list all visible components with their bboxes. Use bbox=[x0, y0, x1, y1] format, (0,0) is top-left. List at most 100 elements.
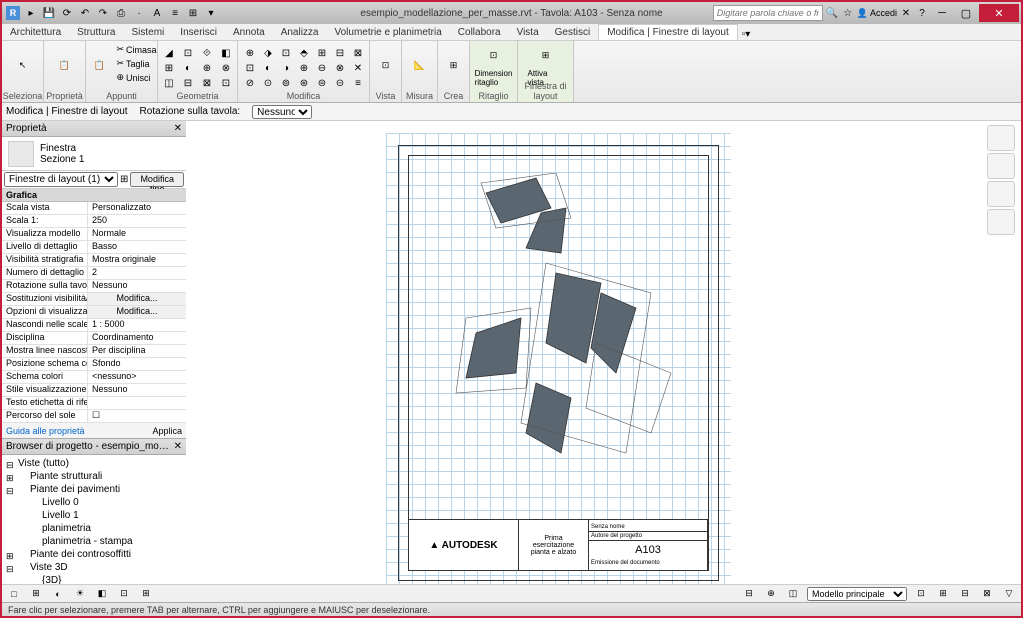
mod-btn-14[interactable]: ✕ bbox=[349, 60, 367, 76]
tab-architettura[interactable]: Architettura bbox=[2, 25, 69, 40]
prop-row[interactable]: Visualizza modelloNormale bbox=[2, 228, 186, 241]
mod-btn-12[interactable]: ⊖ bbox=[313, 60, 331, 76]
qat-open-icon[interactable]: ▸ bbox=[24, 6, 38, 20]
prop-value[interactable]: Basso bbox=[88, 241, 186, 253]
prop-row[interactable]: Scala vistaPersonalizzato bbox=[2, 202, 186, 215]
vc-icon-4[interactable]: ⊡ bbox=[913, 587, 929, 601]
edit-type-button[interactable]: Modifica tipo bbox=[130, 172, 184, 187]
mod-btn-4[interactable]: ⬘ bbox=[295, 45, 313, 61]
app-icon[interactable]: R bbox=[6, 6, 20, 20]
mod-btn-19[interactable]: ⊜ bbox=[313, 75, 331, 91]
visual-style-icon[interactable]: ◐ bbox=[50, 587, 66, 601]
geom-btn-1[interactable]: ◢ bbox=[160, 45, 178, 61]
mod-btn-11[interactable]: ⊕ bbox=[295, 60, 313, 76]
prop-row[interactable]: Nascondi nelle scale min…1 : 5000 bbox=[2, 319, 186, 332]
tree-node[interactable]: Piante dei controsoffitti bbox=[4, 548, 184, 561]
close-button[interactable]: ✕ bbox=[979, 4, 1019, 22]
tab-volumetrie[interactable]: Volumetrie e planimetria bbox=[327, 25, 450, 40]
nav-wheel-icon[interactable] bbox=[987, 153, 1015, 179]
geom-btn-7[interactable]: ⊕ bbox=[198, 60, 216, 76]
minimize-button[interactable]: ─ bbox=[931, 4, 953, 22]
tab-struttura[interactable]: Struttura bbox=[69, 25, 123, 40]
prop-row[interactable]: Schema colori<nessuno> bbox=[2, 371, 186, 384]
detail-level-icon[interactable]: ⊞ bbox=[28, 587, 44, 601]
prop-value[interactable]: Sfondo bbox=[88, 358, 186, 370]
mod-btn-8[interactable]: ⊡ bbox=[241, 60, 259, 76]
geom-btn-11[interactable]: ⊠ bbox=[198, 75, 216, 91]
type-preview[interactable]: Finestra Sezione 1 bbox=[2, 137, 186, 171]
maximize-button[interactable]: ▢ bbox=[955, 4, 977, 22]
qat-undo-icon[interactable]: ↶ bbox=[78, 6, 92, 20]
browser-close-icon[interactable]: ✕ bbox=[174, 441, 182, 452]
mod-btn-5[interactable]: ⊞ bbox=[313, 45, 331, 61]
vc-icon-8[interactable]: ▽ bbox=[1001, 587, 1017, 601]
mod-btn-2[interactable]: ⬗ bbox=[259, 45, 277, 61]
properties-close-icon[interactable]: ✕ bbox=[174, 123, 182, 134]
geom-btn-3[interactable]: ⟐ bbox=[198, 45, 216, 61]
exchange-icon[interactable]: ✕ bbox=[899, 6, 913, 20]
vc-icon-5[interactable]: ⊞ bbox=[935, 587, 951, 601]
rotation-select[interactable]: Nessuno bbox=[252, 105, 312, 119]
signin-button[interactable]: 👤 Accedi bbox=[857, 8, 897, 19]
show-crop-icon[interactable]: ⊞ bbox=[138, 587, 154, 601]
nav-zoom-icon[interactable] bbox=[987, 209, 1015, 235]
prop-value[interactable]: Per disciplina bbox=[88, 345, 186, 357]
tree-node[interactable]: Piante dei pavimenti bbox=[4, 483, 184, 496]
vc-icon-2[interactable]: ⊕ bbox=[763, 587, 779, 601]
prop-row[interactable]: Livello di dettaglioBasso bbox=[2, 241, 186, 254]
mod-btn-21[interactable]: ≡ bbox=[349, 75, 367, 91]
tab-inserisci[interactable]: Inserisci bbox=[172, 25, 225, 40]
sheet[interactable]: ▲ AUTODESK Prima esercitazione pianta e … bbox=[386, 133, 731, 584]
tab-extra-icon[interactable]: ▫▾ bbox=[742, 29, 751, 40]
tree-node[interactable]: {3D} bbox=[4, 574, 184, 584]
prop-value[interactable]: Modifica... bbox=[88, 306, 186, 318]
join-button[interactable]: ⊕ Unisci bbox=[114, 71, 158, 84]
measure-button[interactable]: 📐 bbox=[402, 43, 438, 87]
geom-btn-12[interactable]: ⊡ bbox=[217, 75, 235, 91]
tree-node[interactable]: Viste 3D bbox=[4, 561, 184, 574]
qat-save-icon[interactable]: 💾 bbox=[42, 6, 56, 20]
prop-row[interactable]: Scala 1:250 bbox=[2, 215, 186, 228]
mod-btn-13[interactable]: ⊗ bbox=[331, 60, 349, 76]
vc-icon-7[interactable]: ⊠ bbox=[979, 587, 995, 601]
mod-btn-16[interactable]: ⊙ bbox=[259, 75, 277, 91]
titleblock[interactable]: ▲ AUTODESK Prima esercitazione pianta e … bbox=[408, 519, 709, 571]
search-icon[interactable]: 🔍 bbox=[825, 6, 839, 20]
mod-btn-20[interactable]: ⊝ bbox=[331, 75, 349, 91]
search-input[interactable] bbox=[713, 5, 823, 21]
mod-btn-7[interactable]: ⊠ bbox=[349, 45, 367, 61]
scale-button[interactable]: □ bbox=[6, 587, 22, 601]
tab-modifica[interactable]: Modifica | Finestre di layout bbox=[598, 24, 738, 40]
mod-btn-9[interactable]: ◐ bbox=[259, 60, 277, 76]
prop-value[interactable]: Coordinamento bbox=[88, 332, 186, 344]
tree-node[interactable]: planimetria - stampa bbox=[4, 535, 184, 548]
drawing-canvas[interactable]: ▲ AUTODESK Prima esercitazione pianta e … bbox=[186, 121, 1021, 584]
prop-row[interactable]: Mostra linee nascostePer disciplina bbox=[2, 345, 186, 358]
prop-row[interactable]: Stile visualizzazione anali…Nessuno bbox=[2, 384, 186, 397]
nav-home-icon[interactable] bbox=[987, 125, 1015, 151]
tab-collabora[interactable]: Collabora bbox=[450, 25, 509, 40]
geom-btn-4[interactable]: ◧ bbox=[217, 45, 235, 61]
prop-row[interactable]: Opzioni di visualizzazione …Modifica... bbox=[2, 306, 186, 319]
prop-row[interactable]: Rotazione sulla tavolaNessuno bbox=[2, 280, 186, 293]
vc-icon-3[interactable]: ◫ bbox=[785, 587, 801, 601]
geom-btn-8[interactable]: ⊗ bbox=[217, 60, 235, 76]
create-button[interactable]: ⊞ bbox=[436, 43, 472, 87]
qat-redo-icon[interactable]: ↷ bbox=[96, 6, 110, 20]
prop-value[interactable]: Modifica... bbox=[88, 293, 186, 305]
tab-analizza[interactable]: Analizza bbox=[273, 25, 327, 40]
prop-row[interactable]: DisciplinaCoordinamento bbox=[2, 332, 186, 345]
qat-print-icon[interactable]: ⎙ bbox=[114, 6, 128, 20]
geom-btn-2[interactable]: ⊡ bbox=[179, 45, 197, 61]
instance-select[interactable]: Finestre di layout (1) bbox=[4, 172, 118, 187]
tree-node[interactable]: Viste (tutto) bbox=[4, 457, 184, 470]
tree-node[interactable]: planimetria bbox=[4, 522, 184, 535]
nav-pan-icon[interactable] bbox=[987, 181, 1015, 207]
prop-row[interactable]: Testo etichetta di riferime… bbox=[2, 397, 186, 410]
shadow-icon[interactable]: ◧ bbox=[94, 587, 110, 601]
prop-value[interactable]: 250 bbox=[88, 215, 186, 227]
prop-value[interactable]: <nessuno> bbox=[88, 371, 186, 383]
paste-button[interactable]: 📋 bbox=[84, 43, 114, 87]
prop-value[interactable]: Nessuno bbox=[88, 384, 186, 396]
geom-btn-5[interactable]: ⊞ bbox=[160, 60, 178, 76]
